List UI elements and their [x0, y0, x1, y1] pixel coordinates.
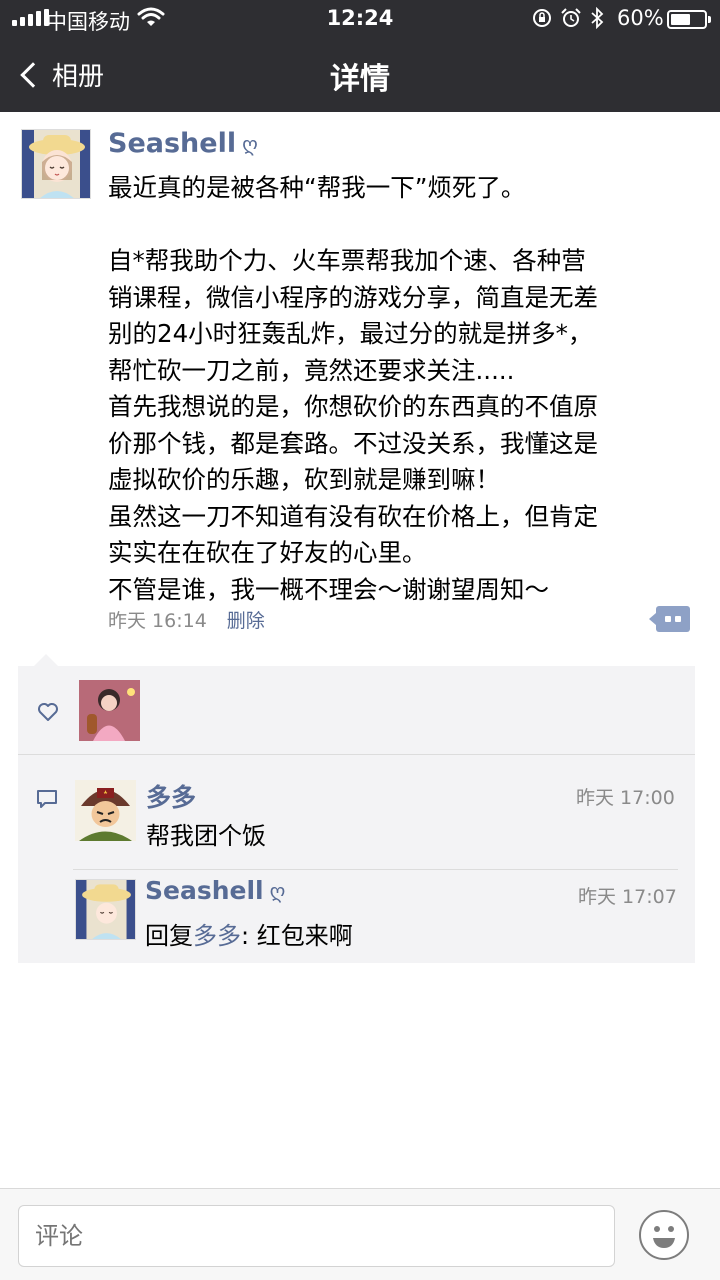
- comment-avatar[interactable]: [75, 879, 136, 940]
- reply-text: 红包来啊: [256, 922, 353, 950]
- post-text-line: 首先我想说的是，你想砍价的东西真的不值原: [108, 392, 598, 421]
- comment-time: 昨天 17:00: [576, 787, 675, 809]
- like-avatar[interactable]: [79, 680, 140, 741]
- post-text-line: 帮忙砍一刀之前，竟然还要求关注.....: [108, 355, 515, 385]
- status-time: 12:24: [326, 6, 394, 30]
- avatar-illustration: [22, 130, 90, 198]
- comment-text[interactable]: 回复多多: 红包来啊: [145, 916, 353, 951]
- heart-icon: [38, 703, 58, 721]
- reply-prefix: 回复: [145, 922, 193, 950]
- comment-author-text: Seashell: [145, 876, 264, 905]
- status-bar: 中国移动 12:24 60%: [0, 0, 720, 38]
- post-text-line: 别的24小时狂轰乱炸，最过分的就是拼多*，: [108, 319, 593, 348]
- comment-text[interactable]: 帮我团个饭: [146, 816, 266, 851]
- post-text-line: 不管是谁，我一概不理会～谢谢望周知～: [108, 574, 549, 604]
- smile-face-glyph: [653, 1226, 675, 1248]
- comment-author-name[interactable]: 多多: [146, 778, 196, 814]
- comment-time: 昨天 17:07: [578, 886, 677, 908]
- comment-bubble-icon: [37, 790, 57, 808]
- post-time: 昨天 16:14: [108, 610, 207, 632]
- comment-author-name[interactable]: Seashell ღ: [145, 876, 285, 905]
- page-title: 详情: [330, 62, 390, 97]
- bluetooth-icon: [591, 7, 604, 29]
- delete-link[interactable]: 删除: [227, 606, 265, 633]
- post-text-line: 自*帮我助个力、火车票帮我加个速、各种营: [108, 246, 586, 275]
- comment-divider: [73, 869, 678, 870]
- comment-avatar-illustration: [75, 780, 136, 841]
- post-text-line: 虚拟砍价的乐趣，砍到就是赚到嘛！: [108, 465, 500, 494]
- more-actions-icon[interactable]: [649, 606, 690, 632]
- status-icons: [532, 7, 604, 29]
- reply-separator: :: [241, 922, 257, 950]
- post-author-text: Seashell: [108, 128, 237, 159]
- emoji-icon[interactable]: [639, 1210, 689, 1260]
- reply-to-name[interactable]: 多多: [193, 922, 241, 950]
- post-author-name[interactable]: Seashell ღ: [108, 128, 258, 159]
- battery-level: [671, 14, 690, 25]
- likes-comments-panel: 多多 昨天 17:00 帮我团个饭 Seashell ღ 昨天 17:07 回复…: [18, 666, 695, 963]
- post-text-line: 价那个钱，都是套路。不过没关系，我懂这是: [108, 428, 598, 458]
- alarm-icon: [561, 8, 581, 27]
- comment-input[interactable]: [18, 1205, 615, 1267]
- like-avatar-illustration: [79, 680, 140, 741]
- battery-percent: 60%: [617, 6, 664, 30]
- comment-bar: [0, 1188, 720, 1280]
- post-text-line: 最近真的是被各种“帮我一下”烦死了。: [108, 173, 526, 202]
- panel-pointer: [34, 654, 58, 666]
- post-text: 最近真的是被各种“帮我一下”烦死了。自*帮我助个力、火车票帮我加个速、各种营 销课…: [108, 170, 708, 608]
- author-avatar[interactable]: [21, 129, 91, 199]
- post-text-line: 销课程，微信小程序的游戏分享，简直是无差: [108, 282, 598, 312]
- orientation-lock-icon: [533, 9, 551, 27]
- comment-avatar-illustration: [76, 880, 135, 939]
- post-text-line: 虽然这一刀不知道有没有砍在价格上，但肯定: [108, 501, 598, 531]
- battery-icon: [667, 10, 711, 29]
- panel-divider: [18, 754, 695, 755]
- post-text-line: 实实在在砍在了好友的心里。: [108, 538, 427, 567]
- comment-avatar[interactable]: [75, 780, 136, 841]
- name-heart-mark: ღ: [269, 878, 286, 903]
- nav-bar: 相册 详情: [0, 38, 720, 112]
- top-bar: 中国移动 12:24 60% 相册 详情: [0, 0, 720, 112]
- name-heart-mark: ღ: [242, 131, 258, 156]
- post-meta: 昨天 16:14 删除: [108, 606, 265, 633]
- post-text-line: [108, 207, 708, 244]
